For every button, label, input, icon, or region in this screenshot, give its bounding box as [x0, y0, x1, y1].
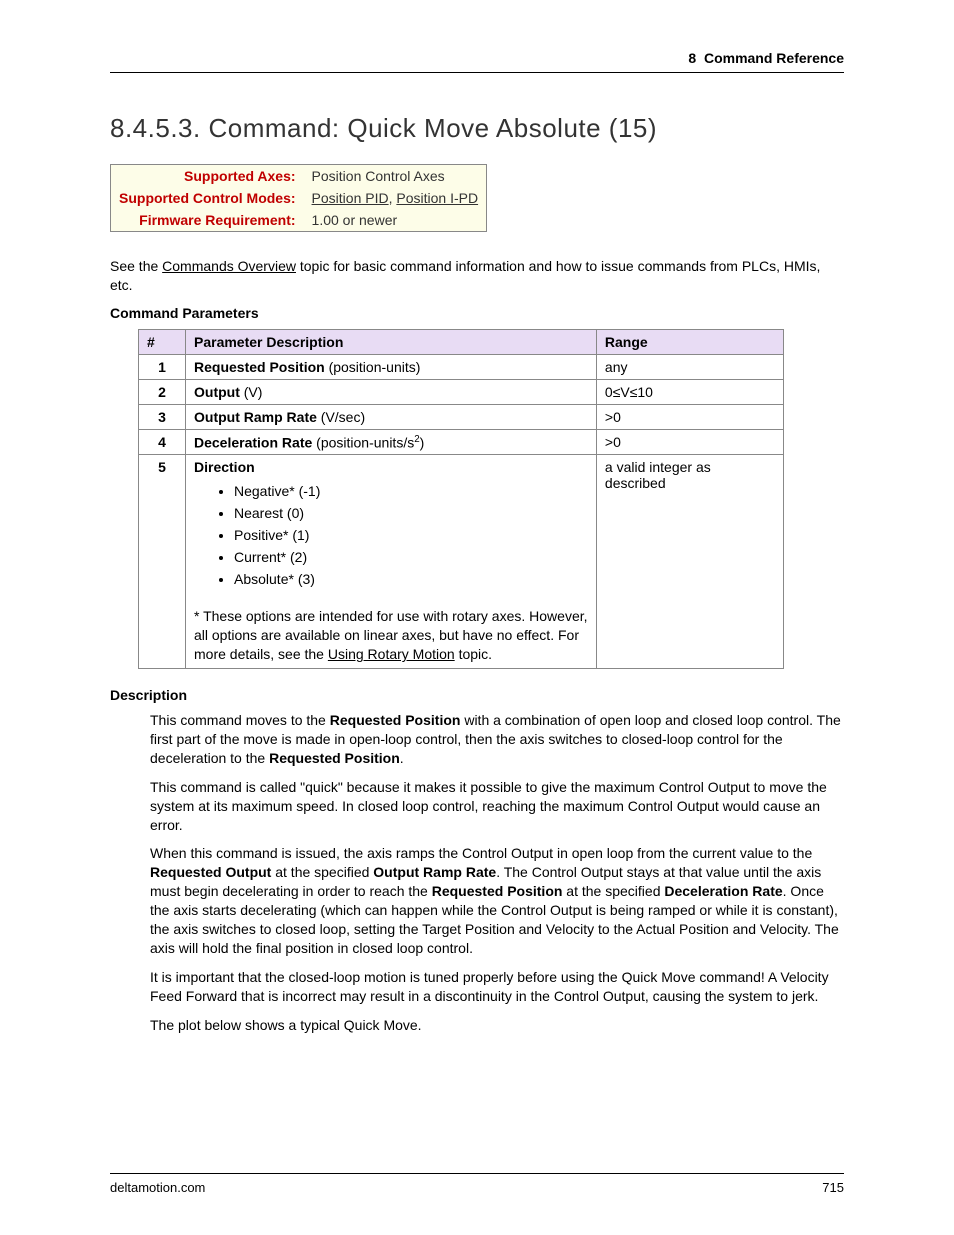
- param-name: Deceleration Rate: [194, 434, 312, 450]
- description-paragraph: It is important that the closed-loop mot…: [150, 968, 844, 1006]
- chapter-title: Command Reference: [704, 50, 844, 66]
- desc-bold: Deceleration Rate: [664, 883, 782, 899]
- param-name: Output: [194, 384, 240, 400]
- param-units: (V): [240, 384, 263, 400]
- info-box: Supported Axes: Position Control Axes Su…: [110, 164, 487, 232]
- col-range: Range: [596, 329, 783, 354]
- command-parameters-heading: Command Parameters: [110, 305, 844, 321]
- direction-item: Positive* (1): [234, 527, 588, 543]
- param-num: 3: [139, 404, 186, 429]
- page-header: 8 Command Reference: [110, 50, 844, 73]
- direction-footnote: * These options are intended for use wit…: [194, 607, 588, 664]
- info-value: Position Control Axes: [304, 165, 487, 188]
- param-desc: Direction Negative* (-1) Nearest (0) Pos…: [186, 455, 597, 669]
- info-label: Supported Control Modes:: [111, 187, 304, 209]
- table-row: 2 Output (V) 0≤V≤10: [139, 379, 784, 404]
- direction-list: Negative* (-1) Nearest (0) Positive* (1)…: [194, 483, 588, 587]
- direction-item: Current* (2): [234, 549, 588, 565]
- description-block: This command moves to the Requested Posi…: [150, 711, 844, 1034]
- table-row: 4 Deceleration Rate (position-units/s2) …: [139, 429, 784, 455]
- table-row: 1 Requested Position (position-units) an…: [139, 354, 784, 379]
- direction-item: Negative* (-1): [234, 483, 588, 499]
- param-num: 4: [139, 429, 186, 455]
- param-desc: Output Ramp Rate (V/sec): [186, 404, 597, 429]
- info-value: Position PID, Position I-PD: [304, 187, 487, 209]
- info-value: 1.00 or newer: [304, 209, 487, 232]
- desc-bold: Requested Output: [150, 864, 271, 880]
- desc-bold: Requested Position: [269, 750, 400, 766]
- footnote-suffix: topic.: [455, 646, 492, 662]
- desc-text: .: [400, 750, 404, 766]
- table-row: 5 Direction Negative* (-1) Nearest (0) P…: [139, 455, 784, 669]
- desc-text: When this command is issued, the axis ra…: [150, 845, 812, 861]
- table-header-row: # Parameter Description Range: [139, 329, 784, 354]
- param-units: (V/sec): [317, 409, 365, 425]
- footer-site: deltamotion.com: [110, 1180, 205, 1195]
- rotary-motion-link[interactable]: Using Rotary Motion: [328, 646, 455, 662]
- footer-page-number: 715: [822, 1180, 844, 1195]
- section-title: 8.4.5.3. Command: Quick Move Absolute (1…: [110, 113, 844, 144]
- param-desc: Output (V): [186, 379, 597, 404]
- param-num: 5: [139, 455, 186, 669]
- info-label: Supported Axes:: [111, 165, 304, 188]
- param-range: >0: [596, 429, 783, 455]
- section-number: 8.4.5.3.: [110, 113, 201, 143]
- col-desc: Parameter Description: [186, 329, 597, 354]
- info-label: Firmware Requirement:: [111, 209, 304, 232]
- description-paragraph: This command is called "quick" because i…: [150, 778, 844, 835]
- col-num: #: [139, 329, 186, 354]
- param-units: (position-units/s: [312, 434, 414, 450]
- desc-text: at the specified: [271, 864, 373, 880]
- description-paragraph: The plot below shows a typical Quick Mov…: [150, 1016, 844, 1035]
- desc-bold: Requested Position: [330, 712, 461, 728]
- description-paragraph: When this command is issued, the axis ra…: [150, 844, 844, 957]
- chapter-number: 8: [688, 50, 696, 66]
- info-link[interactable]: Position PID: [312, 190, 389, 206]
- info-row: Supported Control Modes: Position PID, P…: [111, 187, 487, 209]
- param-units-close: ): [420, 434, 425, 450]
- param-units: (position-units): [325, 359, 421, 375]
- info-row: Supported Axes: Position Control Axes: [111, 165, 487, 188]
- param-num: 2: [139, 379, 186, 404]
- commands-overview-link[interactable]: Commands Overview: [162, 258, 296, 274]
- section-name: Command: Quick Move Absolute (15): [208, 113, 657, 143]
- param-range: >0: [596, 404, 783, 429]
- description-heading: Description: [110, 687, 844, 703]
- info-link[interactable]: Position I-PD: [396, 190, 478, 206]
- parameters-table: # Parameter Description Range 1 Requeste…: [138, 329, 784, 669]
- direction-item: Absolute* (3): [234, 571, 588, 587]
- param-desc: Requested Position (position-units): [186, 354, 597, 379]
- desc-bold: Output Ramp Rate: [373, 864, 496, 880]
- param-name: Requested Position: [194, 359, 325, 375]
- table-row: 3 Output Ramp Rate (V/sec) >0: [139, 404, 784, 429]
- intro-text: See the Commands Overview topic for basi…: [110, 257, 844, 295]
- desc-text: This command moves to the: [150, 712, 330, 728]
- param-num: 1: [139, 354, 186, 379]
- param-range: a valid integer as described: [596, 455, 783, 669]
- desc-bold: Requested Position: [432, 883, 563, 899]
- page-footer: deltamotion.com 715: [110, 1173, 844, 1195]
- desc-text: at the specified: [562, 883, 664, 899]
- intro-prefix: See the: [110, 258, 162, 274]
- param-name: Direction: [194, 459, 255, 475]
- info-row: Firmware Requirement: 1.00 or newer: [111, 209, 487, 232]
- param-name: Output Ramp Rate: [194, 409, 317, 425]
- param-desc: Deceleration Rate (position-units/s2): [186, 429, 597, 455]
- direction-item: Nearest (0): [234, 505, 588, 521]
- param-range: 0≤V≤10: [596, 379, 783, 404]
- description-paragraph: This command moves to the Requested Posi…: [150, 711, 844, 768]
- param-range: any: [596, 354, 783, 379]
